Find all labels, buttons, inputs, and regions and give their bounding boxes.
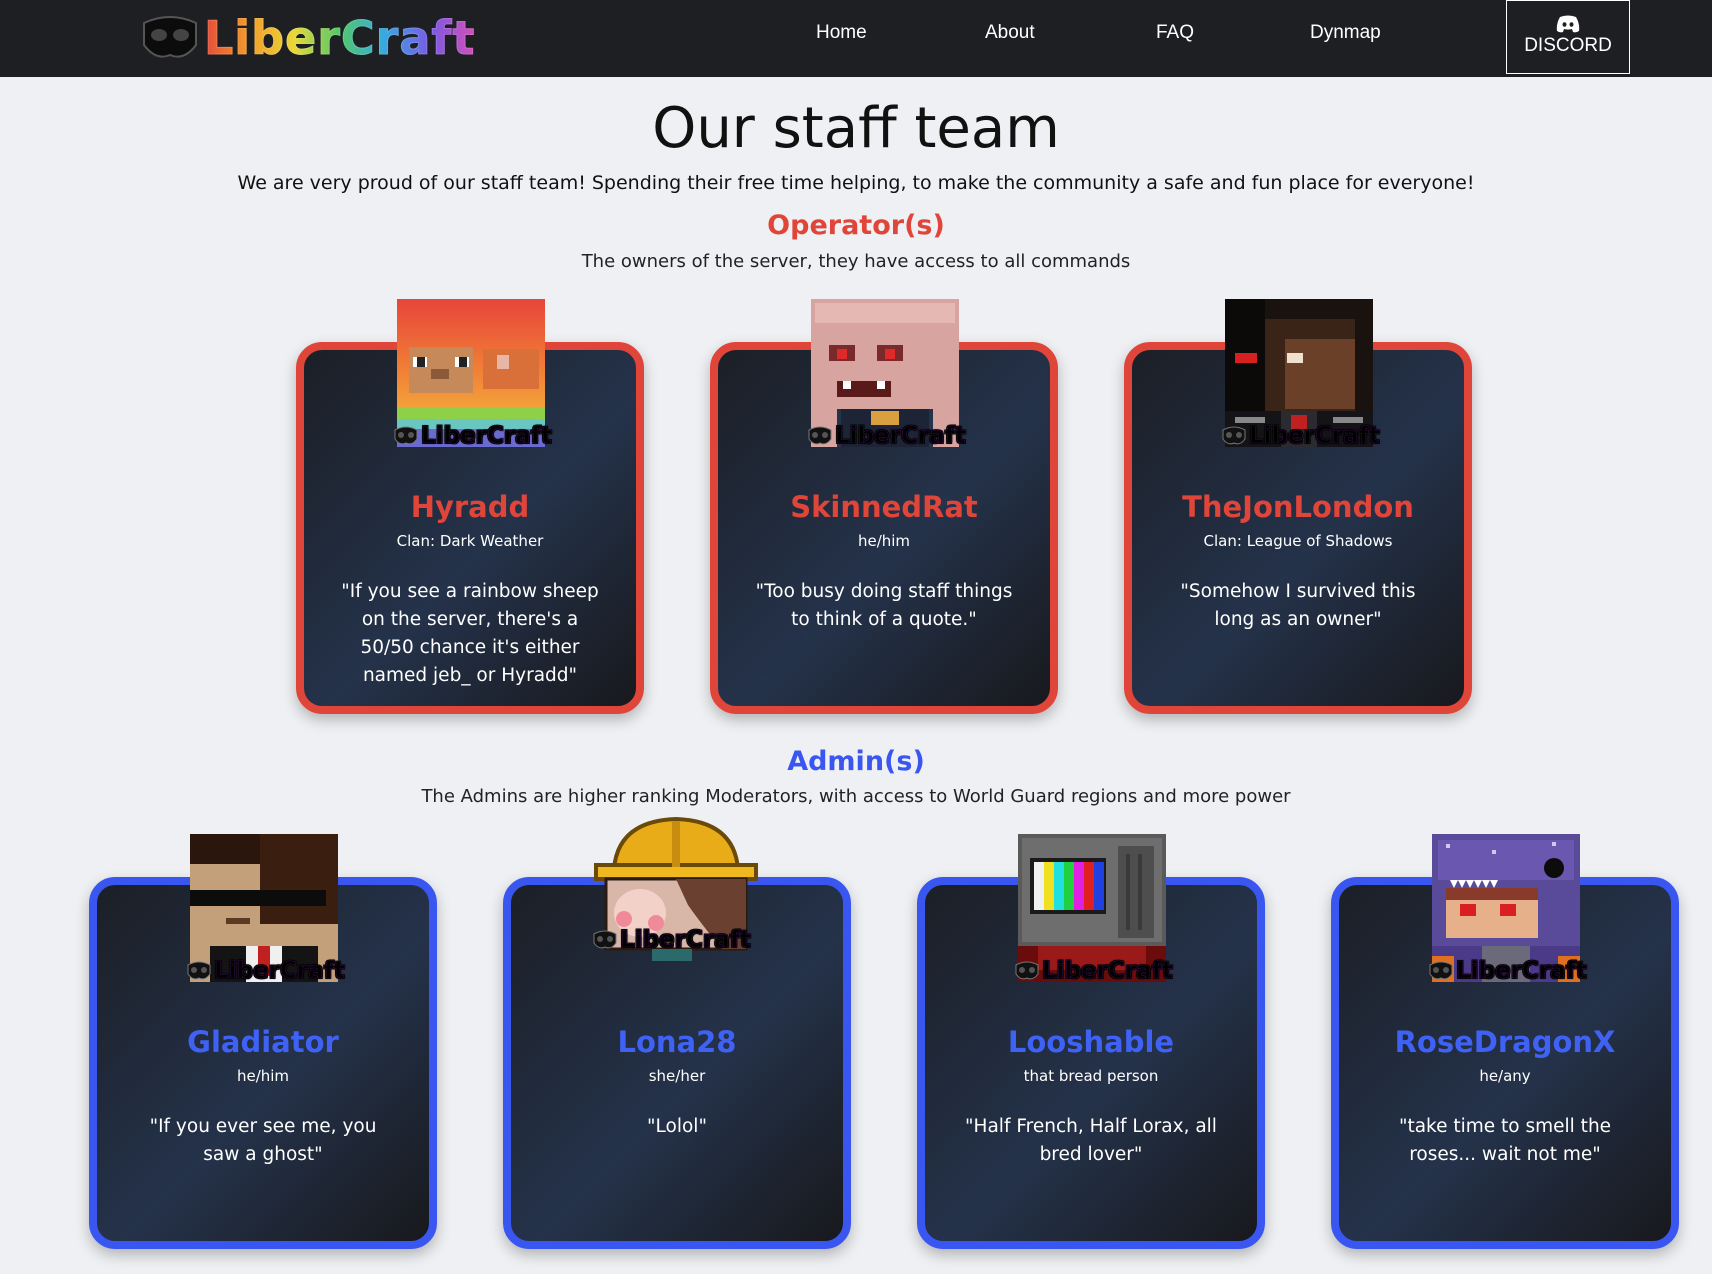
admins-heading: Admin(s)	[787, 746, 925, 777]
badge-text: LiberCraft	[214, 958, 345, 985]
staff-name: Looshable	[1007, 1025, 1175, 1059]
staff-quote: "Too busy doing staff things to think of…	[755, 581, 1013, 630]
logo-text: LiberCraft	[203, 10, 476, 65]
staff-quote: "If you ever see me, you saw a ghost"	[149, 1116, 377, 1165]
staff-quote: "If you see a rainbow sheep on the serve…	[341, 581, 599, 686]
nav-dynmap-link[interactable]: Dynmap	[1310, 22, 1381, 44]
creeper-mask-icon	[1429, 961, 1453, 980]
libercraft-badge: LiberCraft	[807, 423, 966, 449]
libercraft-badge: LiberCraft	[186, 958, 345, 984]
staff-name: RoseDragonX	[1394, 1025, 1616, 1059]
staff-name: Lona28	[617, 1025, 737, 1059]
avatar-thejonlondon: LiberCraft	[1222, 299, 1380, 449]
navbar: LiberCraft Home About FAQ Dynmap DISCORD	[0, 0, 1712, 77]
staff-quote: "take time to smell the roses... wait no…	[1398, 1116, 1612, 1165]
creeper-mask-icon	[1015, 961, 1039, 980]
staff-quote: "Half French, Half Lorax, all bred lover…	[965, 1116, 1217, 1165]
discord-label: DISCORD	[1524, 35, 1612, 56]
site-logo[interactable]: LiberCraft	[140, 10, 475, 65]
staff-name: SkinnedRat	[790, 490, 978, 524]
staff-info: she/her	[648, 1067, 706, 1085]
nav-faq-link[interactable]: FAQ	[1156, 22, 1194, 44]
badge-text: LiberCraft	[835, 423, 966, 450]
staff-name: Hyradd	[410, 490, 530, 524]
badge-text: LiberCraft	[620, 927, 751, 954]
creeper-mask-icon	[187, 961, 211, 980]
staff-name: Gladiator	[187, 1025, 339, 1059]
avatar-looshable: LiberCraft	[1015, 834, 1173, 984]
operators-heading: Operator(s)	[767, 210, 945, 241]
page-title: Our staff team	[652, 96, 1060, 161]
page-subtitle: We are very proud of our staff team! Spe…	[237, 172, 1475, 194]
creeper-mask-icon	[394, 426, 418, 445]
nav-home-link[interactable]: Home	[816, 22, 867, 44]
avatar-lona28: LiberCraft	[592, 815, 760, 975]
staff-info: he/him	[236, 1067, 290, 1085]
creeper-mask-icon	[593, 930, 617, 949]
libercraft-badge: LiberCraft	[1221, 423, 1380, 449]
staff-info: Clan: Dark Weather	[396, 532, 544, 550]
libercraft-badge: LiberCraft	[1428, 958, 1587, 984]
nav-about-link[interactable]: About	[985, 22, 1035, 44]
staff-info: Clan: League of Shadows	[1203, 532, 1393, 550]
libercraft-badge: LiberCraft	[1014, 958, 1173, 984]
creeper-mask-icon	[143, 15, 197, 58]
staff-name: TheJonLondon	[1182, 490, 1414, 524]
staff-info: he/any	[1479, 1067, 1531, 1085]
badge-text: LiberCraft	[421, 423, 552, 450]
avatar-hyradd: LiberCraft	[394, 299, 552, 449]
admins-description: The Admins are higher ranking Moderators…	[421, 786, 1291, 807]
badge-text: LiberCraft	[1249, 423, 1380, 450]
operators-description: The owners of the server, they have acce…	[581, 251, 1131, 272]
avatar-skinnedrat: LiberCraft	[808, 299, 966, 449]
staff-info: he/him	[857, 532, 911, 550]
libercraft-badge: LiberCraft	[393, 423, 552, 449]
creeper-mask-icon	[1222, 426, 1246, 445]
staff-info: that bread person	[1023, 1067, 1159, 1085]
staff-quote: "Lolol"	[647, 1116, 707, 1137]
staff-quote: "Somehow I survived this long as an owne…	[1180, 581, 1416, 630]
discord-icon	[1556, 15, 1580, 33]
badge-text: LiberCraft	[1042, 958, 1173, 985]
discord-button[interactable]: DISCORD	[1506, 0, 1630, 74]
libercraft-badge: LiberCraft	[592, 927, 751, 953]
avatar-gladiator: LiberCraft	[187, 834, 345, 984]
creeper-mask-icon	[808, 426, 832, 445]
badge-text: LiberCraft	[1456, 958, 1587, 985]
avatar-rosedragonx: LiberCraft	[1429, 834, 1587, 984]
